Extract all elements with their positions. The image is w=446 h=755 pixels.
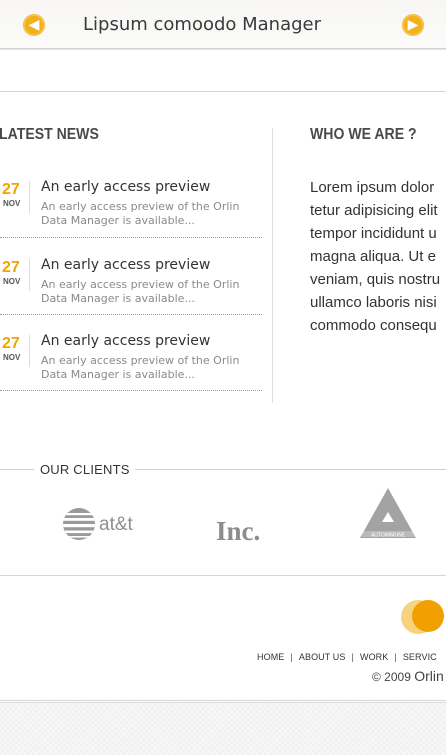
column-divider	[272, 128, 273, 403]
about-line: commodo consequ	[310, 317, 437, 334]
news-date: 27 NOV	[2, 259, 26, 287]
news-day: 27	[2, 259, 20, 276]
news-day: 27	[2, 335, 20, 352]
news-title-link[interactable]: An early access preview	[41, 333, 210, 349]
news-divider	[0, 390, 262, 391]
copyright-brand: Orlin	[414, 668, 444, 684]
footer-link-work[interactable]: WORK	[360, 652, 388, 662]
footer-nav: HOME | ABOUT US | WORK | SERVIC	[257, 652, 437, 662]
autoimmune-triangle-logo[interactable]: AUTOIMMUNE	[360, 488, 426, 548]
logo-text: at&t	[99, 514, 134, 535]
arrow-left-icon[interactable]: ◀	[23, 14, 45, 36]
news-date-divider	[29, 335, 30, 367]
news-date: 27 NOV	[2, 181, 26, 209]
news-month: NOV	[3, 277, 21, 286]
news-excerpt: An early access preview of the Orlin Dat…	[41, 200, 240, 227]
footer-link-about[interactable]: ABOUT US	[299, 652, 346, 662]
clients-rule-right	[135, 469, 446, 470]
copyright-text: © 2009	[372, 670, 411, 684]
about-line: ullamco laboris nisi	[310, 294, 437, 311]
news-excerpt: An early access preview of the Orlin Dat…	[41, 354, 240, 381]
about-line: magna aliqua. Ut e	[310, 248, 436, 265]
bottom-pattern-band	[0, 702, 446, 755]
who-we-are-heading: WHO WE ARE ?	[310, 126, 417, 143]
about-line: Lorem ipsum dolor	[310, 179, 435, 196]
about-line: tetur adipisicing elit	[310, 202, 438, 219]
att-globe-logo[interactable]: at&t	[62, 506, 142, 546]
news-divider	[0, 237, 262, 238]
footer-separator: |	[394, 652, 397, 662]
banner-title: Lipsum comoodo Manager	[83, 14, 322, 35]
news-excerpt: An early access preview of the Orlin Dat…	[41, 278, 240, 305]
bottom-divider	[0, 700, 446, 701]
banner-divider	[0, 49, 446, 50]
footer-divider	[0, 575, 446, 576]
footer-separator: |	[290, 652, 293, 662]
news-month: NOV	[3, 353, 21, 362]
news-title-link[interactable]: An early access preview	[41, 257, 210, 273]
clients-rule-left	[0, 469, 34, 470]
footer-separator: |	[351, 652, 354, 662]
news-day: 27	[2, 181, 20, 198]
brand-circles-icon	[400, 599, 446, 635]
about-line: tempor incididunt u	[310, 225, 437, 242]
about-text: Lorem ipsum dolor tetur adipisicing elit…	[310, 176, 446, 337]
arrow-right-icon[interactable]: ▶	[402, 14, 424, 36]
inc-logo[interactable]: Inc.	[216, 514, 286, 548]
about-line: veniam, quis nostru	[310, 271, 441, 288]
news-title-link[interactable]: An early access preview	[41, 179, 210, 195]
copyright: © 2009 Orlin	[372, 668, 444, 684]
news-date-divider	[29, 259, 30, 291]
logo-text: AUTOIMMUNE	[371, 533, 406, 539]
news-date: 27 NOV	[2, 335, 26, 363]
section-divider	[0, 91, 446, 92]
logo-text: Inc.	[216, 516, 260, 544]
news-date-divider	[29, 181, 30, 213]
footer-link-home[interactable]: HOME	[257, 652, 284, 662]
footer-link-services[interactable]: SERVIC	[403, 652, 437, 662]
header-banner: ◀ Lipsum comoodo Manager ▶	[0, 0, 446, 49]
news-month: NOV	[3, 199, 21, 208]
clients-heading: OUR CLIENTS	[40, 462, 130, 477]
latest-news-heading: LATEST NEWS	[0, 126, 99, 143]
news-divider	[0, 314, 262, 315]
